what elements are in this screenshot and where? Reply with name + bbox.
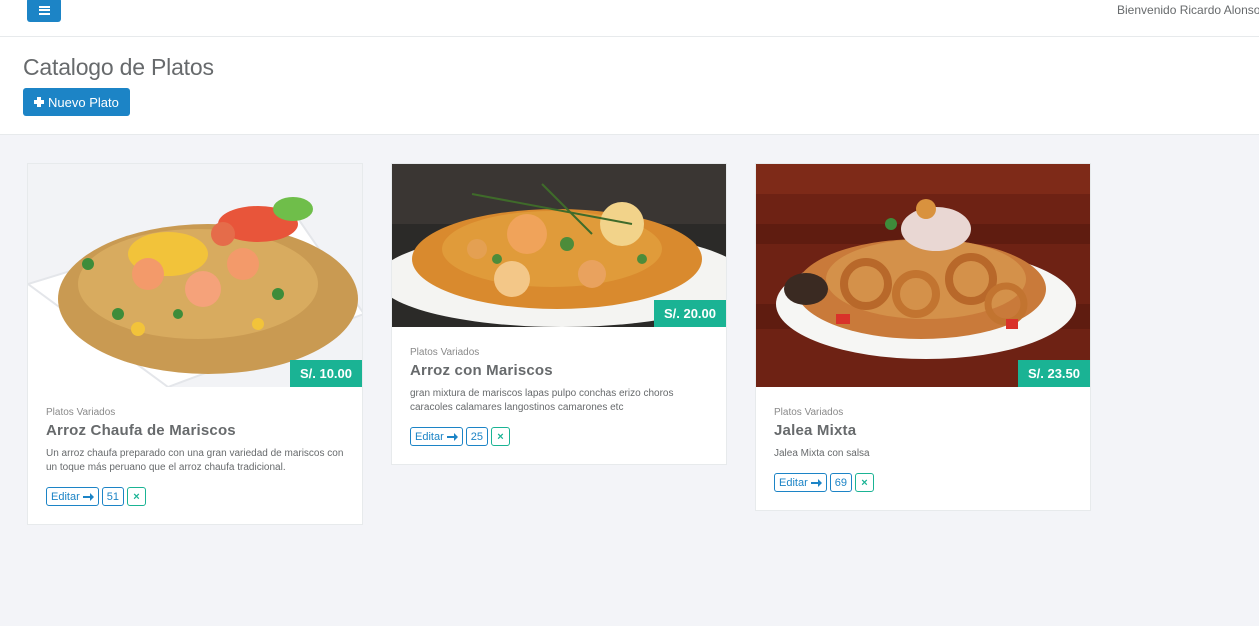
arrow-right-icon [810, 479, 822, 487]
edit-button[interactable]: Editar [774, 473, 827, 492]
new-dish-label: Nuevo Plato [48, 94, 119, 110]
page-title: Catalogo de Platos [23, 54, 214, 80]
dish-category: Platos Variados [774, 407, 844, 418]
price-badge: S/. 23.50 [1017, 360, 1090, 387]
arrow-right-icon [446, 433, 458, 441]
dish-image: S/. 20.00 [392, 164, 726, 327]
dish-category: Platos Variados [410, 347, 480, 358]
edit-label: Editar [415, 430, 444, 443]
dish-card: S/. 20.00 Platos Variados Arroz con Mari… [391, 163, 727, 465]
price-badge: S/. 10.00 [289, 360, 362, 387]
dish-card: S/. 10.00 Platos Variados Arroz Chaufa d… [27, 163, 363, 525]
delete-button[interactable]: × [491, 427, 510, 446]
edit-button[interactable]: Editar [46, 487, 99, 506]
delete-button[interactable]: × [855, 473, 874, 492]
dish-name: Arroz Chaufa de Mariscos [46, 422, 236, 439]
count-button[interactable]: 69 [829, 473, 852, 492]
new-dish-button[interactable]: Nuevo Plato [23, 88, 130, 116]
dish-description: gran mixtura de mariscos lapas pulpo con… [410, 388, 674, 413]
edit-label: Editar [51, 490, 80, 503]
dish-description: Un arroz chaufa preparado con una gran v… [46, 448, 344, 473]
dish-category: Platos Variados [46, 407, 116, 418]
dish-description: Jalea Mixta con salsa [774, 448, 870, 459]
edit-label: Editar [779, 476, 808, 489]
bars-icon [38, 5, 50, 15]
price-badge: S/. 20.00 [653, 300, 726, 327]
count-button[interactable]: 51 [101, 487, 124, 506]
dish-image: S/. 23.50 [756, 164, 1090, 387]
count-button[interactable]: 25 [465, 427, 488, 446]
dish-name: Arroz con Mariscos [410, 362, 553, 379]
dish-image: S/. 10.00 [28, 164, 362, 387]
dish-name: Jalea Mixta [774, 422, 857, 439]
plus-icon [34, 97, 44, 107]
page-header: Catalogo de Platos Nuevo Plato [0, 37, 1259, 135]
top-navbar: Bienvenido Ricardo Alonso [0, 0, 1259, 37]
edit-button[interactable]: Editar [410, 427, 463, 446]
delete-button[interactable]: × [127, 487, 146, 506]
welcome-text: Bienvenido Ricardo Alonso [1117, 3, 1259, 17]
menu-toggle-button[interactable] [27, 0, 61, 22]
dish-card: S/. 23.50 Platos Variados Jalea Mixta Ja… [755, 163, 1091, 511]
arrow-right-icon [82, 493, 94, 501]
